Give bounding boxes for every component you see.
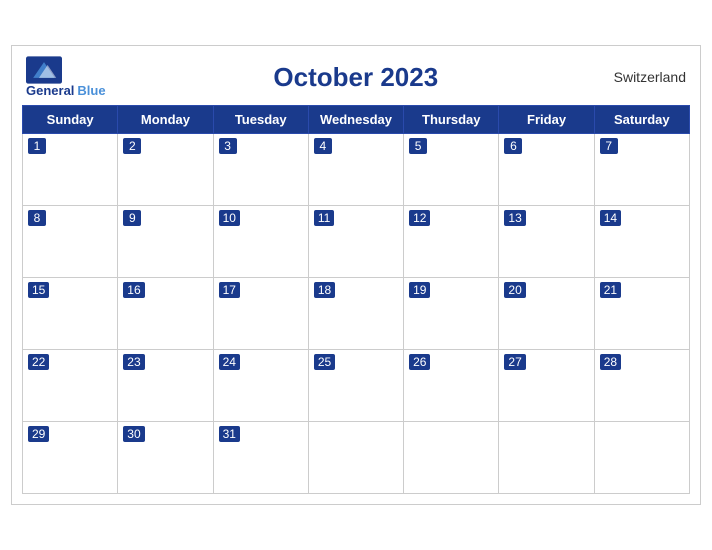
day-number: 9 <box>123 210 141 226</box>
day-number: 30 <box>123 426 144 442</box>
calendar-cell: 12 <box>404 205 499 277</box>
day-number: 2 <box>123 138 141 154</box>
header-wednesday: Wednesday <box>308 105 403 133</box>
day-number: 22 <box>28 354 49 370</box>
day-number: 19 <box>409 282 430 298</box>
day-number: 27 <box>504 354 525 370</box>
calendar-cell: 16 <box>118 277 213 349</box>
calendar-cell: 17 <box>213 277 308 349</box>
calendar-cell: 13 <box>499 205 594 277</box>
calendar-cell: 30 <box>118 421 213 493</box>
day-number: 26 <box>409 354 430 370</box>
calendar-cell <box>499 421 594 493</box>
header-tuesday: Tuesday <box>213 105 308 133</box>
day-number: 15 <box>28 282 49 298</box>
header-thursday: Thursday <box>404 105 499 133</box>
calendar-cell <box>404 421 499 493</box>
day-number: 10 <box>219 210 240 226</box>
week-row-4: 22 23 24 25 26 27 28 <box>23 349 690 421</box>
calendar-cell: 6 <box>499 133 594 205</box>
day-number: 24 <box>219 354 240 370</box>
calendar-cell: 5 <box>404 133 499 205</box>
week-row-3: 15 16 17 18 19 20 21 <box>23 277 690 349</box>
day-number: 1 <box>28 138 46 154</box>
calendar-cell: 15 <box>23 277 118 349</box>
calendar-cell: 22 <box>23 349 118 421</box>
week-row-1: 1 2 3 4 5 6 7 <box>23 133 690 205</box>
day-number: 16 <box>123 282 144 298</box>
day-number: 11 <box>314 210 334 226</box>
day-number: 5 <box>409 138 427 154</box>
logo-blue-text: Blue <box>77 84 105 98</box>
header-monday: Monday <box>118 105 213 133</box>
day-number: 3 <box>219 138 237 154</box>
day-number: 18 <box>314 282 335 298</box>
day-number: 7 <box>600 138 618 154</box>
day-number: 13 <box>504 210 525 226</box>
day-number: 20 <box>504 282 525 298</box>
calendar-cell: 8 <box>23 205 118 277</box>
calendar-cell: 2 <box>118 133 213 205</box>
day-number: 25 <box>314 354 335 370</box>
calendar-cell: 11 <box>308 205 403 277</box>
calendar-cell: 19 <box>404 277 499 349</box>
day-number: 6 <box>504 138 522 154</box>
weekday-header-row: Sunday Monday Tuesday Wednesday Thursday… <box>23 105 690 133</box>
calendar-cell: 28 <box>594 349 689 421</box>
calendar-cell: 1 <box>23 133 118 205</box>
calendar-cell: 26 <box>404 349 499 421</box>
calendar-cell: 24 <box>213 349 308 421</box>
calendar-cell: 31 <box>213 421 308 493</box>
calendar-cell: 4 <box>308 133 403 205</box>
week-row-5: 29 30 31 <box>23 421 690 493</box>
day-number: 21 <box>600 282 621 298</box>
day-number: 29 <box>28 426 49 442</box>
day-number: 28 <box>600 354 621 370</box>
calendar-cell: 7 <box>594 133 689 205</box>
calendar-cell: 9 <box>118 205 213 277</box>
calendar-cell: 14 <box>594 205 689 277</box>
calendar-cell: 18 <box>308 277 403 349</box>
header-sunday: Sunday <box>23 105 118 133</box>
logo-area: General Blue <box>26 56 106 98</box>
calendar-title: October 2023 <box>106 62 606 93</box>
calendar-cell <box>594 421 689 493</box>
day-number: 12 <box>409 210 430 226</box>
calendar-container: General Blue October 2023 Switzerland Su… <box>11 45 701 504</box>
calendar-cell: 21 <box>594 277 689 349</box>
logo-general-text: General <box>26 84 74 98</box>
calendar-cell <box>308 421 403 493</box>
calendar-cell: 29 <box>23 421 118 493</box>
day-number: 31 <box>219 426 240 442</box>
day-number: 23 <box>123 354 144 370</box>
calendar-header: General Blue October 2023 Switzerland <box>22 56 690 98</box>
day-number: 4 <box>314 138 332 154</box>
header-friday: Friday <box>499 105 594 133</box>
calendar-cell: 27 <box>499 349 594 421</box>
calendar-cell: 25 <box>308 349 403 421</box>
calendar-grid: Sunday Monday Tuesday Wednesday Thursday… <box>22 105 690 494</box>
calendar-cell: 10 <box>213 205 308 277</box>
week-row-2: 8 9 10 11 12 13 14 <box>23 205 690 277</box>
generalblue-logo-icon <box>26 56 62 84</box>
calendar-cell: 23 <box>118 349 213 421</box>
day-number: 8 <box>28 210 46 226</box>
calendar-cell: 3 <box>213 133 308 205</box>
day-number: 14 <box>600 210 621 226</box>
calendar-cell: 20 <box>499 277 594 349</box>
day-number: 17 <box>219 282 240 298</box>
country-label: Switzerland <box>606 69 686 85</box>
header-saturday: Saturday <box>594 105 689 133</box>
